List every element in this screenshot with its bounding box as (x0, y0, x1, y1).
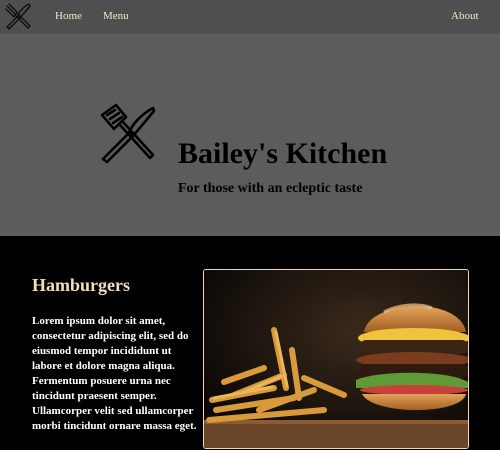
utensils-icon (100, 103, 156, 164)
site-tagline: For those with an ecleptic taste (178, 181, 363, 196)
hamburger-photo (203, 269, 469, 449)
hamburger-photo-art (204, 270, 468, 448)
hero-banner: Bailey's Kitchen For those with an eclep… (0, 34, 500, 236)
hamburgers-section: Hamburgers Lorem ipsum dolor sit amet, c… (0, 236, 500, 450)
section-heading: Hamburgers (32, 275, 130, 295)
section-body: Lorem ipsum dolor sit amet, consectetur … (32, 315, 197, 432)
nav-menu-link[interactable]: Menu (103, 10, 129, 22)
nav-about-link[interactable]: About (451, 10, 479, 22)
nav-home-link[interactable]: Home (55, 10, 82, 22)
site-title: Bailey's Kitchen (178, 137, 388, 170)
utensils-icon[interactable] (3, 1, 33, 31)
top-nav: Home Menu About (0, 0, 500, 34)
